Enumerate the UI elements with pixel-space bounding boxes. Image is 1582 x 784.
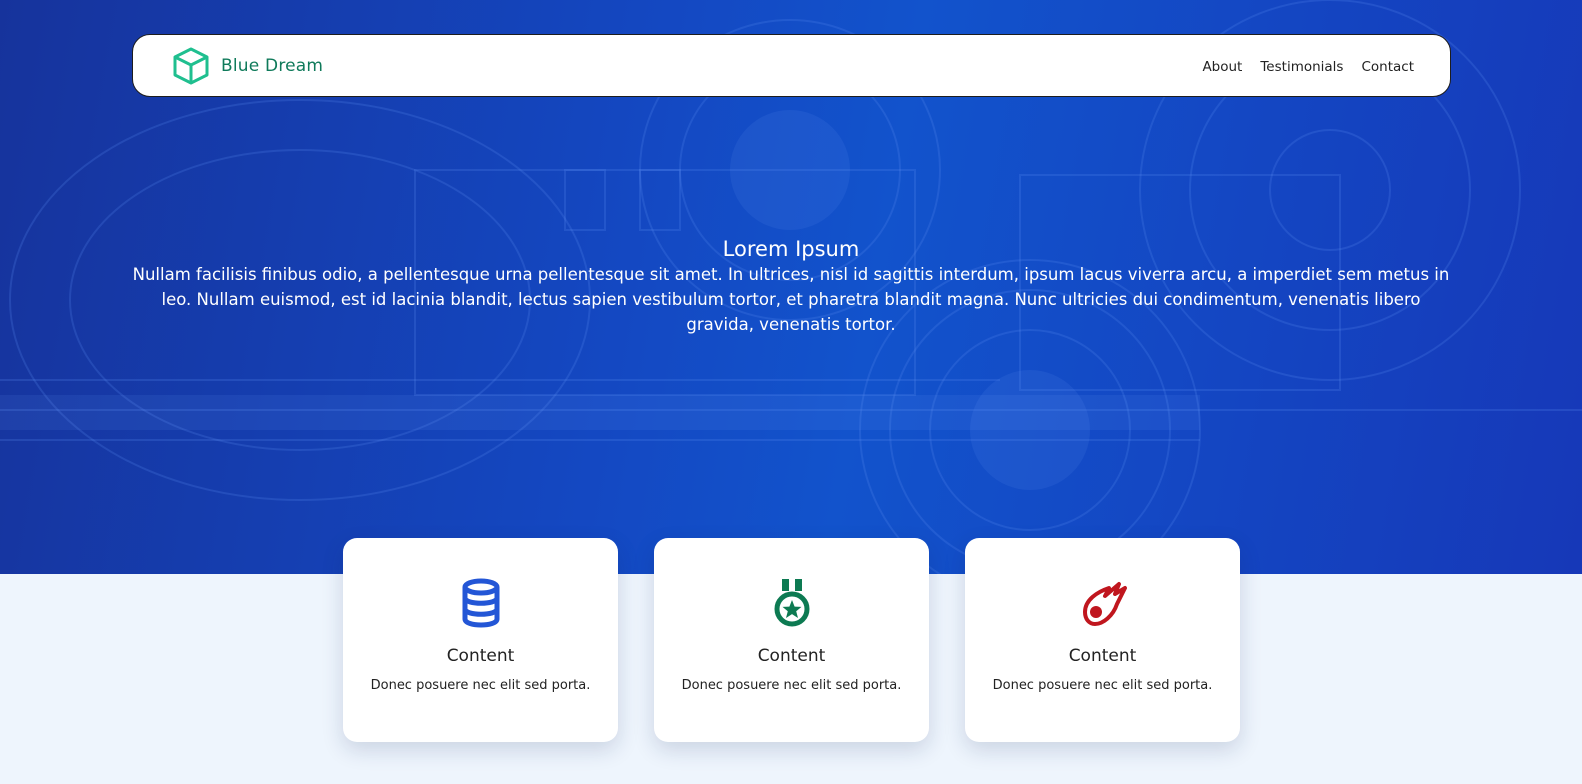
feature-card: Content Donec posuere nec elit sed porta…	[343, 538, 618, 742]
card-text: Donec posuere nec elit sed porta.	[681, 678, 902, 693]
medal-icon	[774, 579, 809, 627]
card-title: Content	[446, 646, 515, 666]
feature-card: Content Donec posuere nec elit sed porta…	[654, 538, 929, 742]
card-title: Content	[757, 646, 826, 666]
cube-icon	[173, 47, 209, 85]
database-icon	[462, 578, 499, 628]
hero-description: Nullam facilisis finibus odio, a pellent…	[132, 265, 1450, 334]
card-title: Content	[1068, 646, 1137, 666]
brand[interactable]: Blue Dream	[171, 46, 323, 86]
nav-link-about[interactable]: About	[1202, 59, 1242, 75]
feature-cards: Content Donec posuere nec elit sed porta…	[343, 538, 1240, 742]
navbar: Blue Dream About Testimonials Contact	[132, 34, 1451, 97]
feature-card: Content Donec posuere nec elit sed porta…	[965, 538, 1240, 742]
meteor-icon	[1082, 582, 1127, 626]
hero-title: Lorem Ipsum	[722, 237, 860, 261]
card-text: Donec posuere nec elit sed porta.	[370, 678, 591, 693]
hero-section: Blue Dream About Testimonials Contact Lo…	[0, 0, 1582, 574]
hero-text: Lorem Ipsum Nullam facilisis finibus odi…	[126, 236, 1456, 337]
brand-name: Blue Dream	[221, 56, 324, 76]
nav-links: About Testimonials Contact	[1202, 35, 1414, 98]
nav-link-testimonials[interactable]: Testimonials	[1260, 59, 1343, 75]
card-text: Donec posuere nec elit sed porta.	[992, 678, 1213, 693]
nav-link-contact[interactable]: Contact	[1361, 59, 1414, 75]
